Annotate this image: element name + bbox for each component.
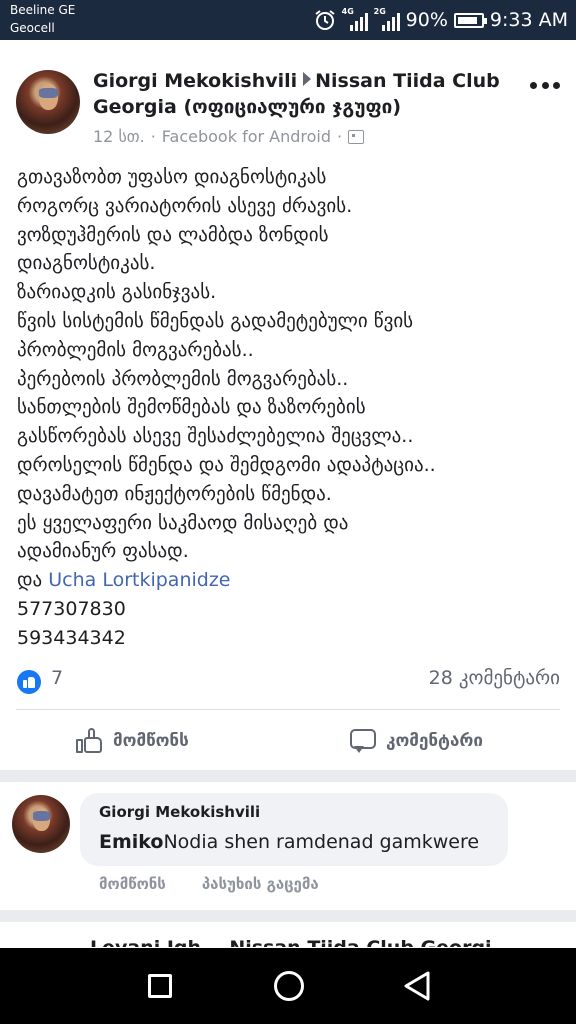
author-avatar[interactable]: [16, 70, 80, 134]
like-count[interactable]: 7: [51, 667, 63, 689]
mention-prefix: და: [17, 569, 43, 592]
status-bar: Beeline GE Geocell 4G 2G 90% 9:33 AM: [0, 0, 576, 40]
carrier-1: Beeline GE: [10, 3, 76, 17]
home-icon[interactable]: [274, 971, 304, 1001]
recent-apps-icon[interactable]: [148, 974, 172, 998]
post-text-line: დიაგნოსტიკას.: [17, 252, 156, 275]
meta-separator: ·: [150, 127, 156, 146]
signal-2g-icon: 2G: [374, 7, 400, 31]
like-button[interactable]: მომწონს: [75, 722, 189, 760]
mention-line: და Ucha Lortkipanidze: [17, 566, 567, 595]
status-icons: 4G 2G 90% 9:33 AM: [314, 6, 568, 34]
audience-icon: [348, 129, 365, 144]
phone-1: 577307830: [17, 597, 126, 620]
post-text-line: პრობლემის მოგვარებას..: [17, 338, 254, 361]
like-reaction-icon[interactable]: [17, 670, 41, 694]
post-title: Giorgi Mekokishvili Nissan Tiida Club Geo…: [93, 68, 523, 120]
post-text-line: წვის სისტემის წმენდას გადამეტებული წვის: [17, 309, 414, 332]
post-meta: 12 სთ. · Facebook for Android ·: [93, 127, 365, 146]
post-text: გთავაზობთ უფასო დიაგნოსტიკას როგორც ვარია…: [17, 163, 567, 566]
battery-icon: [453, 12, 487, 28]
post-text-line: გთავაზობთ უფასო დიაგნოსტიკას: [17, 166, 327, 188]
divider: [16, 709, 560, 710]
author-name[interactable]: Giorgi Mekokishvili: [93, 70, 297, 92]
thumbs-up-icon: [75, 728, 103, 754]
comment-body: Nodia shen ramdenad gamkwere: [163, 831, 480, 853]
meta-separator: ·: [337, 127, 343, 146]
mention-link[interactable]: Ucha Lortkipanidze: [48, 569, 230, 591]
post-text-line: დავამატეთ ინჟექტორების წმენდა.: [17, 482, 332, 505]
battery-percent: 90%: [405, 9, 448, 31]
carrier-2: Geocell: [10, 21, 55, 35]
post-text-line: გასწორებას ასევე შესაძლებელია შეცვლა..: [17, 425, 414, 448]
like-button-label: მომწონს: [113, 731, 189, 751]
clock: 9:33 AM: [489, 9, 568, 31]
comment-author[interactable]: Giorgi Mekokishvili: [99, 803, 260, 821]
comment-bubble-icon: [350, 729, 376, 753]
post-text-line: ზარიადკის გასინჯვას.: [17, 281, 217, 304]
post-text-line: ეს ყველაფერი საკმაოდ მისაღებ და: [17, 511, 349, 534]
comment-like-link[interactable]: მომწონს: [99, 875, 166, 893]
more-options-icon[interactable]: [530, 80, 560, 90]
comment-text: EmikoNodia shen ramdenad gamkwere: [99, 831, 479, 853]
back-icon[interactable]: [402, 970, 432, 1002]
share-arrow-icon: [303, 72, 312, 86]
post-text-line: სანთლების შემოწმებას და ზაზორების: [17, 396, 366, 419]
post-text-line: ვოზდუჰმერის და ლამბდა ზონდის: [17, 223, 329, 246]
comment-bubble[interactable]: Giorgi Mekokishvili EmikoNodia shen ramd…: [80, 793, 508, 866]
next-post-title[interactable]: Levani Jgh... Nissan Tiida Club Georgi: [90, 932, 520, 947]
comment-count[interactable]: 28 კომენტარი: [429, 667, 560, 689]
comment-button[interactable]: კომენტარი: [350, 722, 483, 760]
signal-4g-icon: 4G: [342, 7, 368, 31]
comment-avatar[interactable]: [12, 795, 70, 853]
comment-reply-link[interactable]: პასუხის გაცემა: [202, 875, 319, 893]
phone-2: 593434342: [17, 626, 126, 649]
section-separator: [0, 910, 576, 922]
comment-actions: მომწონს პასუხის გაცემა: [99, 875, 319, 893]
next-post-title-text: Levani Jgh... Nissan Tiida Club Georgi: [90, 937, 492, 947]
comment-tag[interactable]: Emiko: [99, 831, 163, 853]
post-source: Facebook for Android: [161, 127, 332, 146]
post-text-line: როგორც ვარიატორის ასევე ძრავის.: [17, 194, 353, 217]
section-separator: [0, 770, 576, 782]
alarm-icon: [315, 10, 335, 30]
post-time[interactable]: 12 სთ.: [93, 127, 145, 146]
comment-button-label: კომენტარი: [386, 731, 483, 751]
post-text-line: დროსელის წმენდა და შემდგომი ადაპტაცია..: [17, 453, 436, 476]
post-text-line: ადამიანურ ფასად.: [17, 540, 189, 563]
post-text-line: პერებოის პრობლემის მოგვარებას..: [17, 367, 349, 390]
post-body: გთავაზობთ უფასო დიაგნოსტიკას როგორც ვარია…: [17, 163, 567, 653]
